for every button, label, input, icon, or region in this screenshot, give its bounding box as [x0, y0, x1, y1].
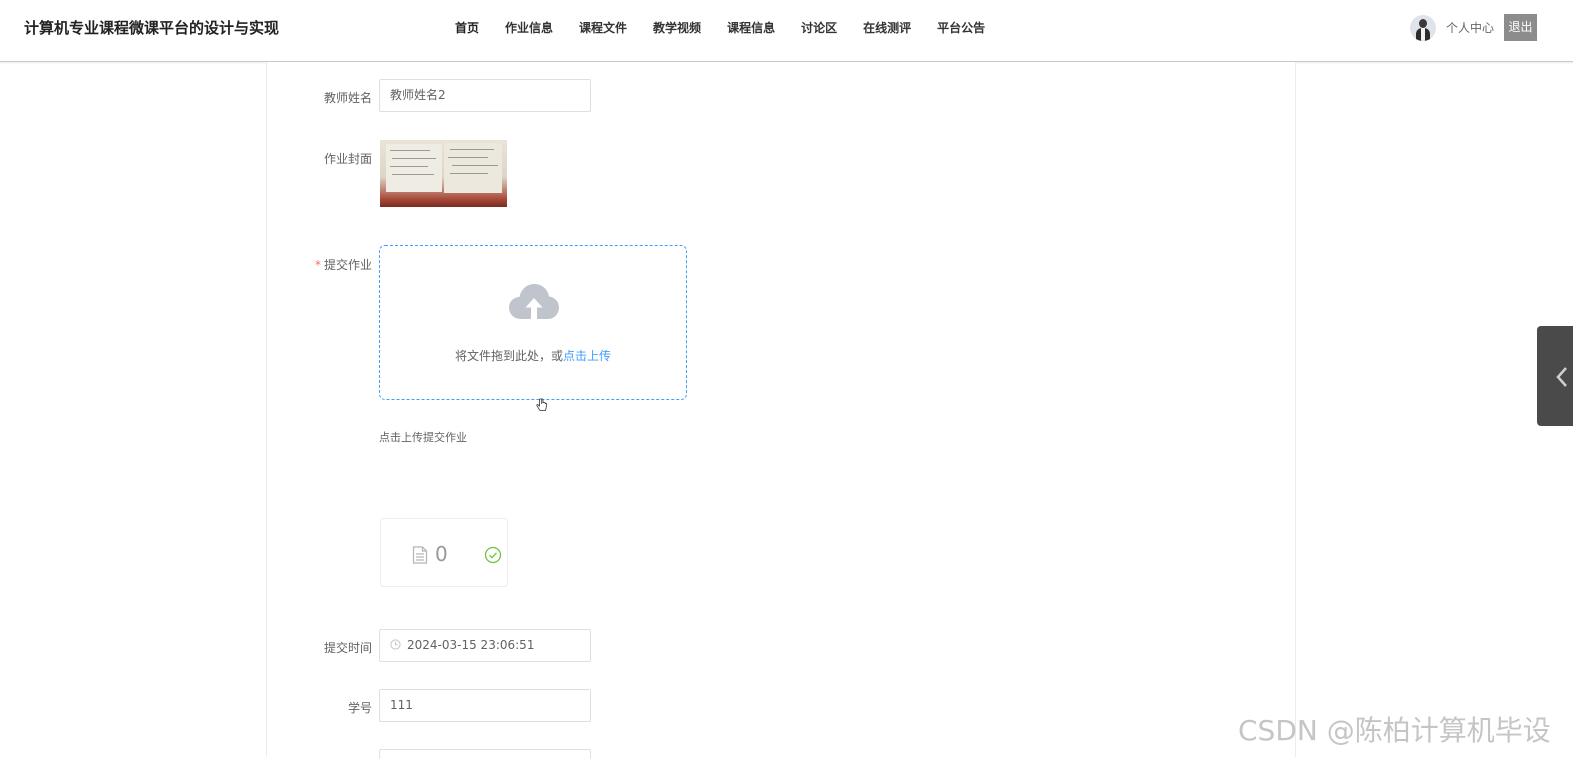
chevron-left-icon	[1556, 367, 1567, 387]
file-count: 0	[435, 542, 448, 566]
teacher-name-label: 教师姓名	[323, 91, 372, 105]
nav-item-online-test[interactable]: 在线测评	[863, 19, 911, 36]
teacher-name-field[interactable]: 教师姓名2	[379, 79, 591, 112]
document-icon	[412, 546, 428, 564]
uploaded-file-card[interactable]: 0	[380, 518, 508, 587]
form-panel: 教师姓名 教师姓名2 作业封面 * 提交作业 将文件拖到此处，或点击上传 点击上传…	[266, 62, 1296, 759]
site-title: 计算机专业课程微课平台的设计与实现	[24, 19, 280, 37]
submit-time-value: 2024-03-15 23:06:51	[407, 638, 535, 652]
submit-homework-label-text: 提交作业	[323, 258, 372, 272]
check-circle-icon	[484, 546, 502, 564]
student-id-label: 学号	[347, 701, 372, 715]
submit-time-field[interactable]: 2024-03-15 23:06:51	[379, 629, 591, 662]
cloud-upload-icon	[509, 284, 559, 319]
nav-item-home[interactable]: 首页	[455, 19, 479, 36]
user-area: 个人中心 退出	[1410, 14, 1538, 41]
upload-drag-text: 将文件拖到此处，或	[454, 349, 563, 363]
logout-button[interactable]: 退出	[1504, 14, 1538, 41]
nav-item-teaching-videos[interactable]: 教学视频	[653, 19, 701, 36]
upload-tip: 点击上传提交作业	[379, 431, 467, 444]
homework-cover-image	[380, 140, 507, 207]
nav-item-discussion[interactable]: 讨论区	[801, 19, 837, 36]
avatar[interactable]	[1410, 14, 1436, 41]
hand-cursor-icon	[536, 398, 547, 411]
user-center-link[interactable]: 个人中心	[1446, 19, 1494, 36]
cover-label: 作业封面	[323, 152, 372, 166]
upload-text: 将文件拖到此处，或点击上传	[380, 347, 686, 364]
required-mark: *	[314, 258, 321, 272]
submit-homework-label: * 提交作业	[267, 256, 372, 273]
teacher-name-value: 教师姓名2	[390, 88, 446, 102]
submit-time-label: 提交时间	[323, 641, 372, 655]
top-header: 计算机专业课程微课平台的设计与实现 首页 作业信息 课程文件 教学视频 课程信息…	[0, 0, 1573, 62]
nav-item-course-files[interactable]: 课程文件	[579, 19, 627, 36]
main-nav: 首页 作业信息 课程文件 教学视频 课程信息 讨论区 在线测评 平台公告	[455, 19, 1011, 36]
nav-item-course-info[interactable]: 课程信息	[727, 19, 775, 36]
watermark-text: CSDN @陈柏计算机毕设	[1238, 714, 1551, 747]
nav-item-homework-info[interactable]: 作业信息	[505, 19, 553, 36]
side-collapse-tab[interactable]	[1537, 326, 1573, 426]
upload-dropzone[interactable]: 将文件拖到此处，或点击上传	[379, 245, 687, 400]
upload-click-link[interactable]: 点击上传	[563, 349, 611, 363]
student-id-value: 111	[390, 698, 413, 712]
nav-item-announcements[interactable]: 平台公告	[937, 19, 985, 36]
next-field-partial[interactable]	[379, 749, 591, 759]
student-id-field[interactable]: 111	[379, 689, 591, 722]
clock-icon	[390, 639, 401, 650]
